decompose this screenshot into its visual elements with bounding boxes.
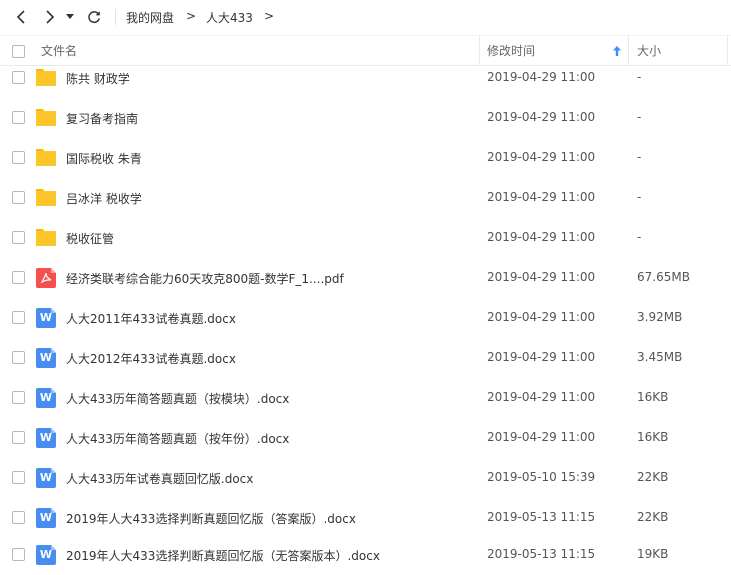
file-size: 19KB (637, 547, 669, 561)
word-file-icon: W (36, 308, 56, 328)
file-row[interactable]: W 人大2012年433试卷真题.docx 2019-04-29 11:00 3… (0, 338, 731, 378)
pdf-file-icon (36, 268, 56, 288)
file-size: - (637, 70, 642, 84)
file-size: - (637, 230, 642, 244)
file-name[interactable]: 经济类联考综合能力60天攻克800题-数学F_1....pdf (66, 270, 344, 287)
file-size: 3.92MB (637, 310, 683, 324)
row-checkbox[interactable] (12, 311, 25, 324)
word-file-icon: W (36, 388, 56, 408)
file-name[interactable]: 人大433历年简答题真题（按年份）.docx (66, 430, 289, 447)
sort-ascending-arrow-icon[interactable] (613, 46, 621, 56)
folder-icon (36, 68, 56, 88)
file-name[interactable]: 人大433历年简答题真题（按模块）.docx (66, 390, 289, 407)
file-row[interactable]: 国际税收 朱青 2019-04-29 11:00 - (0, 138, 731, 178)
file-name[interactable]: 人大2012年433试卷真题.docx (66, 350, 236, 367)
file-modified: 2019-05-13 11:15 (487, 547, 596, 561)
file-name[interactable]: 人大433历年试卷真题回忆版.docx (66, 470, 253, 487)
file-size: 67.65MB (637, 270, 690, 284)
row-checkbox[interactable] (12, 548, 25, 561)
file-row[interactable]: 吕冰洋 税收学 2019-04-29 11:00 - (0, 178, 731, 218)
file-modified: 2019-04-29 11:00 (487, 230, 596, 244)
folder-icon (36, 228, 56, 248)
word-file-icon: W (36, 545, 56, 565)
word-file-icon: W (36, 468, 56, 488)
file-modified: 2019-04-29 11:00 (487, 110, 596, 124)
file-size: - (637, 150, 642, 164)
row-checkbox[interactable] (12, 71, 25, 84)
breadcrumb-current[interactable]: 人大433 (206, 9, 253, 26)
select-all-checkbox[interactable] (12, 45, 25, 58)
word-file-icon: W (36, 508, 56, 528)
file-modified: 2019-04-29 11:00 (487, 390, 596, 404)
file-row[interactable]: W 人大433历年简答题真题（按模块）.docx 2019-04-29 11:0… (0, 378, 731, 418)
row-checkbox[interactable] (12, 151, 25, 164)
word-file-icon: W (36, 428, 56, 448)
file-row[interactable]: 陈共 财政学 2019-04-29 11:00 - (0, 58, 731, 98)
breadcrumb-separator: > (264, 9, 275, 23)
row-checkbox[interactable] (12, 231, 25, 244)
file-size: - (637, 110, 642, 124)
file-row[interactable]: 复习备考指南 2019-04-29 11:00 - (0, 98, 731, 138)
file-modified: 2019-05-13 11:15 (487, 510, 596, 524)
file-name[interactable]: 2019年人大433选择判断真题回忆版（答案版）.docx (66, 510, 356, 527)
breadcrumb-separator: > (186, 9, 197, 23)
file-name[interactable]: 复习备考指南 (66, 110, 138, 127)
file-row[interactable]: 经济类联考综合能力60天攻克800题-数学F_1....pdf 2019-04-… (0, 258, 731, 298)
folder-icon (36, 188, 56, 208)
row-checkbox[interactable] (12, 391, 25, 404)
file-name[interactable]: 国际税收 朱青 (66, 150, 142, 167)
file-modified: 2019-05-10 15:39 (487, 470, 596, 484)
row-checkbox[interactable] (12, 191, 25, 204)
row-checkbox[interactable] (12, 471, 25, 484)
folder-icon (36, 148, 56, 168)
breadcrumb-root[interactable]: 我的网盘 (126, 9, 174, 26)
file-modified: 2019-04-29 11:00 (487, 430, 596, 444)
chevron-right-icon (46, 10, 55, 24)
file-row[interactable]: W 2019年人大433选择判断真题回忆版（答案版）.docx 2019-05-… (0, 498, 731, 538)
file-modified: 2019-04-29 11:00 (487, 70, 596, 84)
file-name[interactable]: 人大2011年433试卷真题.docx (66, 310, 236, 327)
file-row[interactable]: W 人大433历年简答题真题（按年份）.docx 2019-04-29 11:0… (0, 418, 731, 458)
history-dropdown-button[interactable] (64, 7, 76, 27)
file-name[interactable]: 陈共 财政学 (66, 70, 130, 87)
file-row[interactable]: W 人大2011年433试卷真题.docx 2019-04-29 11:00 3… (0, 298, 731, 338)
file-size: 3.45MB (637, 350, 683, 364)
file-size: 22KB (637, 470, 669, 484)
file-name[interactable]: 税收征管 (66, 230, 114, 247)
toolbar: 我的网盘 > 人大433 > (0, 0, 731, 34)
file-modified: 2019-04-29 11:00 (487, 270, 596, 284)
row-checkbox[interactable] (12, 431, 25, 444)
row-checkbox[interactable] (12, 351, 25, 364)
file-row[interactable]: 税收征管 2019-04-29 11:00 - (0, 218, 731, 258)
file-size: 16KB (637, 390, 669, 404)
file-modified: 2019-04-29 11:00 (487, 190, 596, 204)
file-modified: 2019-04-29 11:00 (487, 150, 596, 164)
file-size: 22KB (637, 510, 669, 524)
back-button[interactable] (11, 7, 31, 27)
refresh-button[interactable] (84, 7, 104, 27)
file-size: - (637, 190, 642, 204)
caret-down-icon (66, 14, 74, 19)
row-checkbox[interactable] (12, 511, 25, 524)
chevron-left-icon (16, 10, 25, 24)
file-name[interactable]: 吕冰洋 税收学 (66, 190, 142, 207)
file-row[interactable]: W 人大433历年试卷真题回忆版.docx 2019-05-10 15:39 2… (0, 458, 731, 498)
row-checkbox[interactable] (12, 111, 25, 124)
file-row[interactable]: W 2019年人大433选择判断真题回忆版（无答案版本）.docx 2019-0… (0, 535, 731, 575)
file-name[interactable]: 2019年人大433选择判断真题回忆版（无答案版本）.docx (66, 547, 380, 564)
word-file-icon: W (36, 348, 56, 368)
refresh-icon (88, 11, 100, 24)
row-checkbox[interactable] (12, 271, 25, 284)
forward-button[interactable] (40, 7, 60, 27)
folder-icon (36, 108, 56, 128)
file-size: 16KB (637, 430, 669, 444)
toolbar-divider (115, 9, 116, 25)
file-modified: 2019-04-29 11:00 (487, 310, 596, 324)
file-modified: 2019-04-29 11:00 (487, 350, 596, 364)
